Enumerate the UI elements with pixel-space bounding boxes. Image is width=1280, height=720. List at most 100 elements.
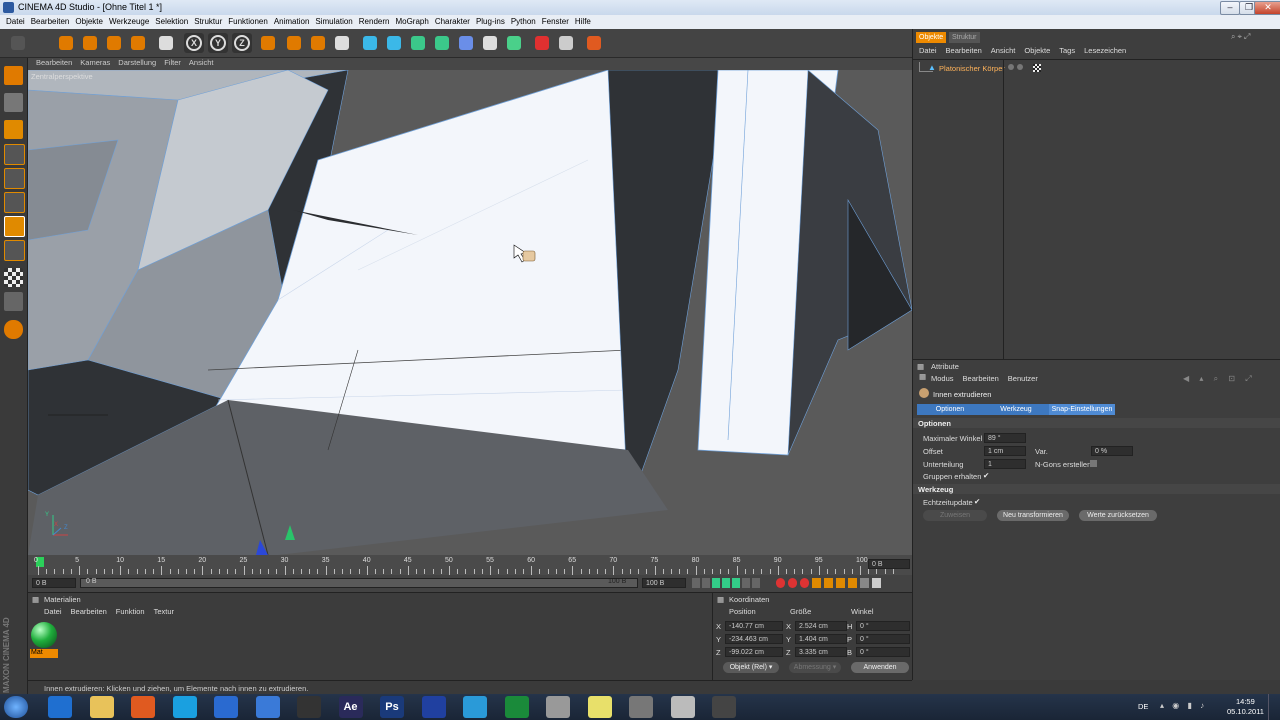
menu-item-14[interactable]: Fenster bbox=[542, 17, 569, 26]
current-frame-field[interactable]: 0 B bbox=[868, 559, 910, 569]
spline-icon[interactable] bbox=[384, 33, 404, 53]
menu-item-5[interactable]: Struktur bbox=[194, 17, 222, 26]
cinema4d-icon[interactable] bbox=[421, 696, 446, 718]
checker-icon[interactable] bbox=[4, 268, 23, 287]
cube-icon[interactable] bbox=[360, 33, 380, 53]
excel-icon[interactable] bbox=[504, 696, 529, 718]
axis-mode-icon[interactable] bbox=[4, 144, 25, 165]
tab-options[interactable]: Optionen bbox=[917, 404, 983, 415]
object-menu-item-2[interactable]: Ansicht bbox=[991, 46, 1016, 55]
viewport-menu-item-2[interactable]: Darstellung bbox=[118, 58, 156, 67]
coordinate-mode-select[interactable]: Objekt (Rel) ▾ bbox=[723, 662, 779, 673]
photoshop-icon[interactable]: Ps bbox=[380, 696, 404, 718]
usb-icon[interactable] bbox=[712, 696, 736, 718]
virtualbox-icon[interactable] bbox=[214, 696, 238, 718]
menu-item-7[interactable]: Animation bbox=[274, 17, 310, 26]
size-field[interactable]: 2.524 cm bbox=[795, 621, 847, 631]
close-button[interactable]: ✕ bbox=[1254, 1, 1280, 15]
reset-values-button[interactable]: Werte zurücksetzen bbox=[1079, 510, 1157, 521]
menu-item-6[interactable]: Funktionen bbox=[228, 17, 268, 26]
ie-icon[interactable] bbox=[48, 696, 72, 718]
coordinate-system-icon[interactable] bbox=[258, 33, 278, 53]
prev-key-icon[interactable] bbox=[702, 578, 710, 588]
menu-item-0[interactable]: Datei bbox=[6, 17, 25, 26]
menu-item-10[interactable]: MoGraph bbox=[395, 17, 428, 26]
next-frame-icon[interactable] bbox=[732, 578, 740, 588]
range-slider[interactable] bbox=[80, 578, 638, 588]
sculpt-icon[interactable] bbox=[4, 320, 23, 339]
size-field[interactable]: 3.335 cm bbox=[795, 647, 847, 657]
recent-tools-icon[interactable] bbox=[156, 33, 176, 53]
rotate-key-icon[interactable] bbox=[836, 578, 845, 588]
tab-objects[interactable]: Objekte bbox=[916, 32, 947, 43]
show-desktop-button[interactable] bbox=[1268, 694, 1280, 720]
minimize-button[interactable]: – bbox=[1220, 1, 1240, 15]
auto-key-icon[interactable] bbox=[788, 578, 797, 588]
scale-key-icon[interactable] bbox=[824, 578, 833, 588]
tab-snap[interactable]: Snap-Einstellungen bbox=[1049, 404, 1115, 415]
size-field[interactable]: 1.404 cm bbox=[795, 634, 847, 644]
object-item[interactable]: Platonischer Körper bbox=[939, 64, 1005, 73]
explorer-icon[interactable] bbox=[89, 696, 114, 718]
doc-icon[interactable] bbox=[670, 696, 695, 718]
tab-tool[interactable]: Werkzeug bbox=[983, 404, 1049, 415]
array-icon[interactable] bbox=[432, 33, 452, 53]
rotation-field[interactable]: 0 ° bbox=[856, 621, 910, 631]
camera-icon[interactable] bbox=[297, 696, 321, 718]
object-mode-icon[interactable] bbox=[4, 120, 23, 139]
viewport-menu-item-3[interactable]: Filter bbox=[164, 58, 181, 67]
rotation-field[interactable]: 0 ° bbox=[856, 634, 910, 644]
edges-mode-icon[interactable] bbox=[4, 192, 25, 213]
points-mode-icon[interactable] bbox=[4, 168, 25, 189]
position-field[interactable]: -140.77 cm bbox=[725, 621, 783, 631]
start-button[interactable] bbox=[4, 696, 28, 718]
next-key-icon[interactable] bbox=[742, 578, 750, 588]
notes-icon[interactable] bbox=[587, 696, 612, 718]
layout-icon[interactable] bbox=[556, 33, 576, 53]
first-frame-icon[interactable] bbox=[692, 578, 700, 588]
record-icon[interactable] bbox=[776, 578, 785, 588]
menu-item-9[interactable]: Rendern bbox=[359, 17, 390, 26]
position-field[interactable]: -234.463 cm bbox=[725, 634, 783, 644]
network-icon[interactable] bbox=[629, 696, 653, 718]
deformer-icon[interactable] bbox=[456, 33, 476, 53]
skype-icon[interactable] bbox=[172, 696, 197, 718]
prev-frame-icon[interactable] bbox=[712, 578, 720, 588]
pla-key-icon[interactable] bbox=[860, 578, 869, 588]
apply-coords-button[interactable]: Anwenden bbox=[851, 662, 909, 673]
media-center-icon[interactable] bbox=[131, 696, 155, 718]
nurbs-icon[interactable] bbox=[408, 33, 428, 53]
tray-icons[interactable]: ▴ ◉ ▮ ♪ bbox=[1160, 701, 1220, 711]
scale-icon[interactable] bbox=[104, 33, 124, 53]
menu-item-2[interactable]: Objekte bbox=[75, 17, 103, 26]
menu-item-11[interactable]: Charakter bbox=[435, 17, 470, 26]
material-menu-item-2[interactable]: Funktion bbox=[116, 607, 145, 616]
last-frame-icon[interactable] bbox=[752, 578, 760, 588]
texture-mode-icon[interactable] bbox=[4, 93, 23, 112]
render-settings-icon[interactable] bbox=[332, 33, 352, 53]
end-frame-field[interactable]: 100 B bbox=[642, 578, 686, 588]
material-menu-item-1[interactable]: Bearbeiten bbox=[71, 607, 107, 616]
menu-item-4[interactable]: Selektion bbox=[155, 17, 188, 26]
timeline-ruler[interactable]: 0 5 10 15 20 25 30 35 40 45 50 55 60 65 70 75 80 85 90 95 10… bbox=[28, 555, 912, 575]
material-swatch[interactable]: Mat bbox=[30, 621, 58, 659]
help-icon[interactable] bbox=[532, 33, 552, 53]
menu-item-13[interactable]: Python bbox=[511, 17, 536, 26]
param-key-icon[interactable] bbox=[848, 578, 857, 588]
move-key-icon[interactable] bbox=[812, 578, 821, 588]
attribute-menu-item-0[interactable]: Modus bbox=[931, 374, 954, 383]
tab-structure[interactable]: Struktur bbox=[949, 32, 980, 43]
tweak-mode-icon[interactable] bbox=[4, 240, 25, 261]
max-angle-field[interactable]: 89 ° bbox=[984, 433, 1026, 443]
keyframe-icon[interactable] bbox=[800, 578, 809, 588]
tool-icon[interactable] bbox=[546, 696, 570, 718]
after-effects-icon[interactable]: Ae bbox=[338, 696, 363, 718]
menu-item-8[interactable]: Simulation bbox=[315, 17, 352, 26]
menu-item-12[interactable]: Plug-ins bbox=[476, 17, 505, 26]
menu-item-3[interactable]: Werkzeuge bbox=[109, 17, 149, 26]
itunes-icon[interactable] bbox=[255, 696, 280, 718]
nav-arrows-icon[interactable]: ◀ ▴ ⌕ ⊡ ⤢ bbox=[1183, 374, 1279, 384]
ngons-checkbox[interactable] bbox=[1090, 460, 1097, 467]
x-axis-icon[interactable]: X bbox=[184, 33, 204, 53]
new-transform-button[interactable]: Neu transformieren bbox=[997, 510, 1069, 521]
